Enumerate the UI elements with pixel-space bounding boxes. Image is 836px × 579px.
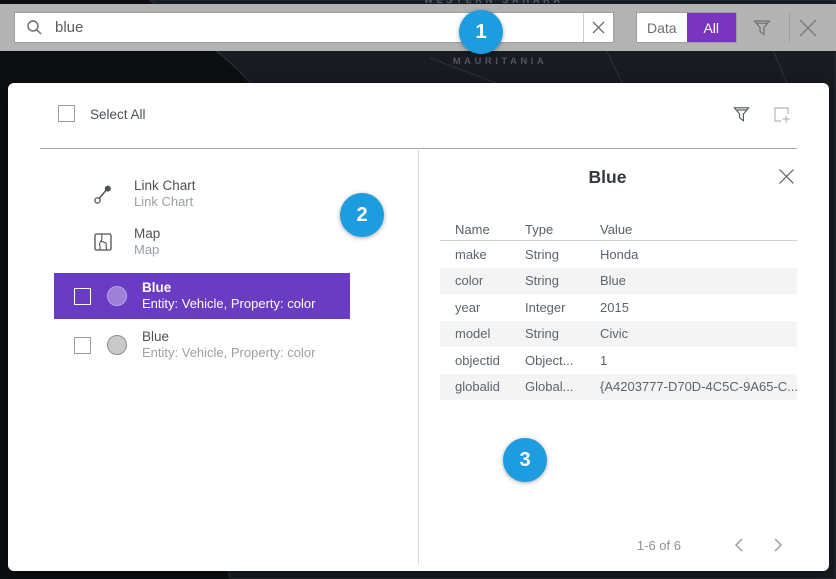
column-header-name: Name [440, 222, 525, 237]
select-all-label: Select All [90, 107, 146, 122]
toggle-data-button[interactable]: Data [637, 13, 687, 42]
cell-type: Object... [525, 353, 600, 368]
result-subtitle: Map [134, 242, 160, 258]
result-subtitle: Entity: Vehicle, Property: color [142, 296, 315, 312]
toolbar-divider [789, 13, 790, 42]
result-title: Link Chart [134, 178, 196, 194]
result-item-blue[interactable]: Blue Entity: Vehicle, Property: color [54, 322, 350, 368]
next-page-icon[interactable] [765, 535, 791, 555]
detail-close-icon[interactable] [778, 168, 795, 185]
result-subtitle: Link Chart [134, 194, 196, 210]
clear-search-icon[interactable] [583, 13, 613, 42]
cell-name: year [440, 300, 525, 315]
table-row: color String Blue [440, 268, 797, 295]
callout-badge-1: 1 [459, 10, 503, 54]
cell-value: Blue [600, 273, 797, 288]
cell-type: String [525, 273, 600, 288]
search-icon [26, 19, 43, 36]
result-title: Blue [142, 329, 315, 345]
map-icon [92, 231, 114, 253]
cell-type: Global... [525, 379, 600, 394]
table-row: model String Civic [440, 321, 797, 348]
select-all-checkbox[interactable] [58, 105, 75, 122]
result-item-blue-selected[interactable]: Blue Entity: Vehicle, Property: color [54, 273, 350, 319]
toggle-all-button[interactable]: All [687, 13, 737, 42]
result-title: Map [134, 226, 160, 242]
result-checkbox[interactable] [74, 288, 91, 305]
pagination-label: 1-6 of 6 [637, 538, 681, 553]
entity-circle-icon [107, 286, 127, 306]
results-filter-icon[interactable] [732, 105, 751, 124]
filter-icon[interactable] [751, 17, 773, 39]
cell-type: String [525, 247, 600, 262]
link-chart-icon [92, 183, 114, 205]
cell-type: Integer [525, 300, 600, 315]
callout-badge-3: 3 [503, 438, 547, 482]
table-row: year Integer 2015 [440, 294, 797, 321]
table-header-row: Name Type Value [440, 218, 797, 241]
detail-title: Blue [418, 167, 797, 188]
column-header-type: Type [525, 222, 600, 237]
result-checkbox[interactable] [74, 337, 91, 354]
search-box [14, 12, 614, 43]
add-to-selection-icon[interactable] [772, 105, 791, 124]
callout-badge-2: 2 [340, 193, 384, 237]
pagination: 1-6 of 6 [637, 535, 791, 555]
close-search-icon[interactable] [796, 16, 820, 40]
search-results-panel: Select All Link Chart Link Chart Map Map… [8, 83, 829, 571]
cell-type: String [525, 326, 600, 341]
map-label-mauritania: MAURITANIA [415, 56, 585, 67]
result-title: Blue [142, 280, 315, 296]
cell-value: 1 [600, 353, 797, 368]
previous-page-icon[interactable] [725, 535, 751, 555]
attribute-table: Name Type Value make String Honda color … [440, 218, 797, 400]
cell-name: model [440, 326, 525, 341]
cell-name: globalid [440, 379, 525, 394]
cell-value: 2015 [600, 300, 797, 315]
scope-toggle: Data All [636, 12, 737, 43]
list-detail-divider [418, 148, 419, 565]
cell-name: color [440, 273, 525, 288]
table-row: objectid Object... 1 [440, 347, 797, 374]
table-row: make String Honda [440, 241, 797, 268]
result-subtitle: Entity: Vehicle, Property: color [142, 345, 315, 361]
cell-value: {A4203777-D70D-4C5C-9A65-C... [600, 379, 797, 394]
search-toolbar: Data All [0, 4, 836, 51]
entity-circle-icon [107, 335, 127, 355]
cell-value: Civic [600, 326, 797, 341]
column-header-value: Value [600, 222, 797, 237]
cell-name: objectid [440, 353, 525, 368]
table-row: globalid Global... {A4203777-D70D-4C5C-9… [440, 374, 797, 401]
search-input[interactable] [53, 18, 583, 37]
cell-value: Honda [600, 247, 797, 262]
cell-name: make [440, 247, 525, 262]
